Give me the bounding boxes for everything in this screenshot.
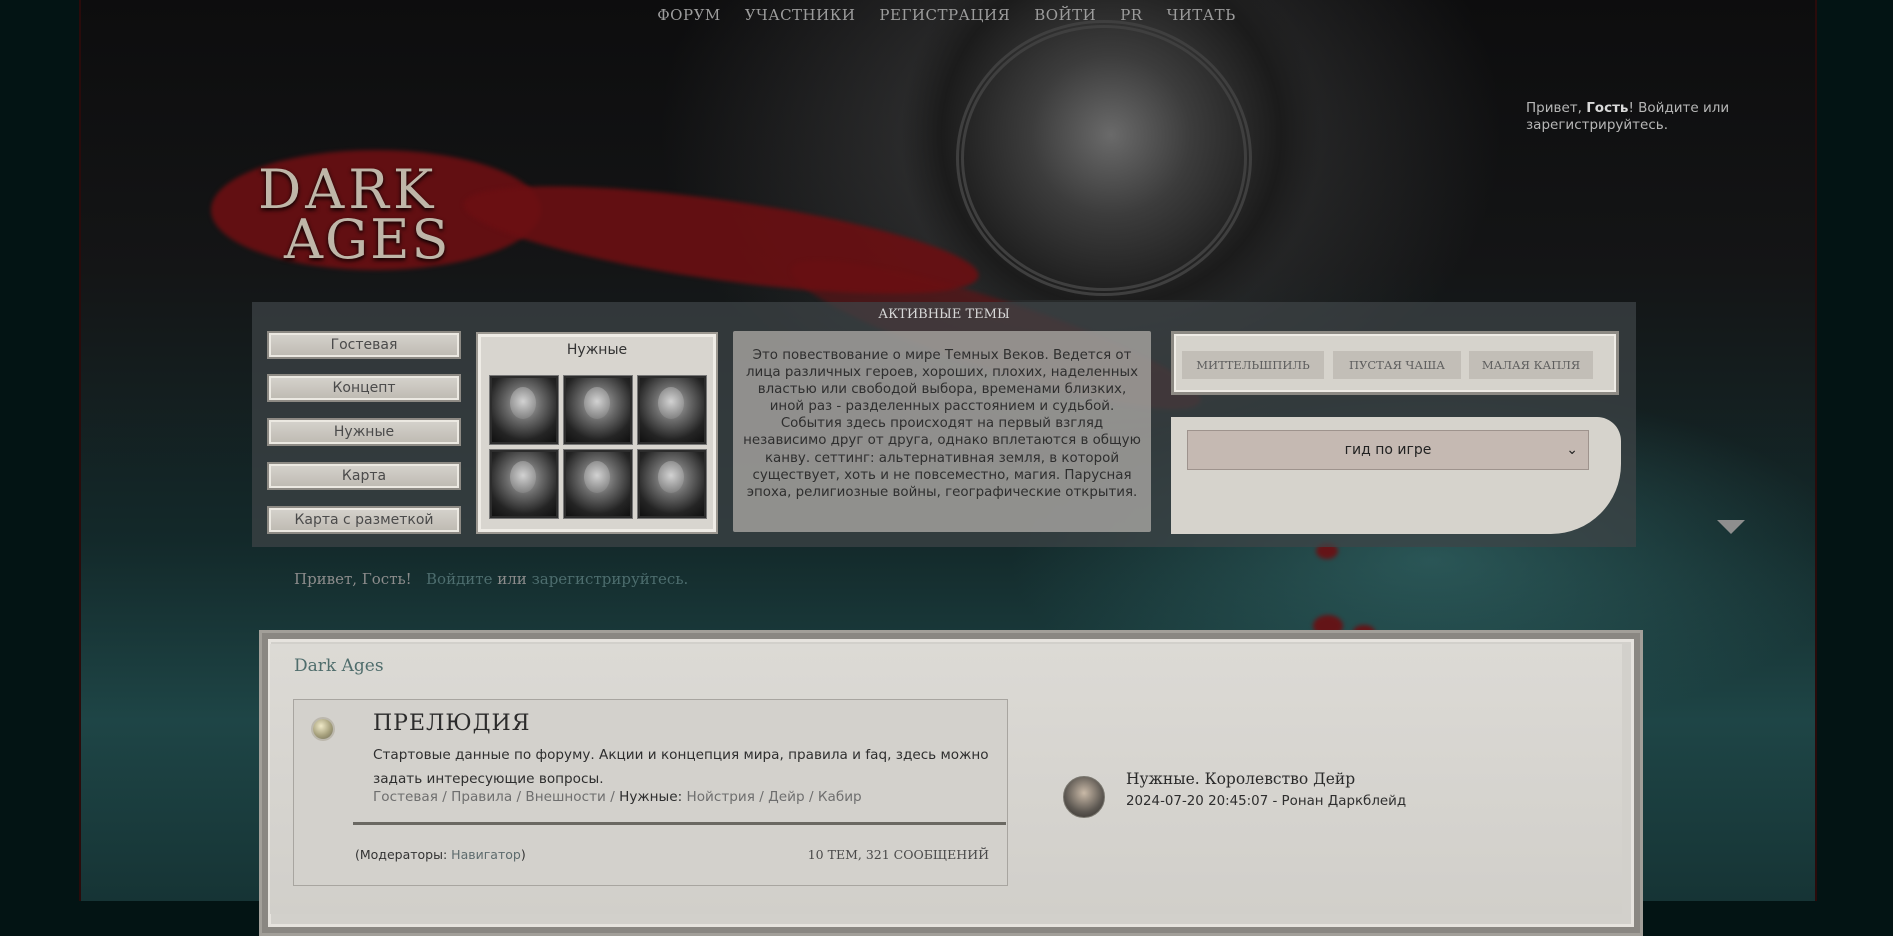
forum-name[interactable]: ПРЕЛЮДИЯ (373, 711, 531, 736)
forum-description: Стартовые данные по форуму. Акции и конц… (373, 747, 989, 787)
mid-greeting: Привет, Гость! Войдите или зарегистрируй… (294, 570, 688, 588)
header-greeting: Привет, Гость! Войдите или зарегистрируй… (1526, 100, 1756, 134)
guide-select[interactable]: гид по игре ⌄ (1187, 430, 1589, 470)
plot-tags-box: МИТТЕЛЬШПИЛЬ ПУСТАЯ ЧАША МАЛАЯ КАПЛЯ (1171, 331, 1619, 395)
greeting-prefix: Привет, (1526, 100, 1587, 116)
needed-avatar[interactable] (489, 449, 559, 519)
concept-button[interactable]: Концепт (267, 374, 461, 402)
register-link[interactable]: зарегистрируйтесь. (532, 570, 689, 588)
subforum-link[interactable]: Гостевая (373, 789, 438, 805)
needed-avatar[interactable] (637, 449, 707, 519)
guide-select-value: гид по игре (1344, 442, 1432, 458)
needed-characters-box: Нужные (476, 332, 718, 534)
login-link[interactable]: Войдите (426, 570, 492, 588)
last-post-avatar[interactable] (1063, 776, 1105, 818)
header-ornament-ring (956, 20, 1252, 296)
greeting-guest: Гость (1586, 100, 1629, 116)
subforum-link[interactable]: Правила (451, 789, 512, 805)
subforum-link[interactable]: Внешности (525, 789, 605, 805)
divider (353, 822, 1006, 825)
needed-avatar[interactable] (563, 375, 633, 445)
tag-small-drop[interactable]: МАЛАЯ КАПЛЯ (1469, 351, 1593, 379)
moderator-link[interactable]: Навигатор (451, 847, 521, 862)
moderators-label: (Модераторы: (355, 847, 448, 862)
nav-login[interactable]: ВОЙТИ (1034, 6, 1096, 24)
mid-greeting-hello: Привет, Гость! (294, 570, 412, 588)
subforum-link[interactable]: Нойстрия (687, 789, 755, 805)
subforum-links: Гостевая / Правила / Внешности / Нужные:… (373, 789, 862, 805)
marked-map-button[interactable]: Карта с разметкой (267, 506, 461, 534)
needed-avatar[interactable] (563, 449, 633, 519)
guide-box: гид по игре ⌄ (1171, 417, 1621, 534)
needed-label: Нужные: (619, 789, 683, 805)
moderators-close: ) (520, 847, 526, 862)
category-title[interactable]: Dark Ages (294, 656, 384, 676)
scroll-down-icon[interactable] (1717, 520, 1745, 534)
logo-line-ages: AGES (284, 208, 451, 271)
world-description: Это повествование о мире Темных Веков. В… (733, 331, 1151, 532)
nav-read[interactable]: ЧИТАТЬ (1167, 6, 1236, 24)
needed-avatar[interactable] (489, 375, 559, 445)
guestbook-button[interactable]: Гостевая (267, 331, 461, 359)
site-logo[interactable]: DARK AGES (258, 158, 488, 278)
needed-title: Нужные (566, 342, 628, 358)
last-post-title[interactable]: Нужные. Королевство Дейр (1126, 770, 1355, 788)
moderators: (Модераторы: Навигатор) (355, 847, 526, 862)
needed-button[interactable]: Нужные (267, 418, 461, 446)
needed-avatar[interactable] (637, 375, 707, 445)
subforum-link[interactable]: Кабир (818, 789, 862, 805)
forum-status-icon (313, 719, 333, 739)
top-navigation: ФОРУМ УЧАСТНИКИ РЕГИСТРАЦИЯ ВОЙТИ PR ЧИТ… (0, 0, 1893, 30)
nav-forum[interactable]: ФОРУМ (657, 6, 721, 24)
last-post-meta: 2024-07-20 20:45:07 - Ронан Даркблейд (1126, 794, 1407, 809)
forum-counts: 10 тем, 321 сообщений (807, 847, 989, 862)
nav-pr[interactable]: PR (1120, 6, 1142, 24)
active-topics-title: АКТИВНЫЕ ТЕМЫ (878, 307, 1010, 322)
tag-mittelspiel[interactable]: МИТТЕЛЬШПИЛЬ (1182, 351, 1324, 379)
tag-empty-chalice[interactable]: ПУСТАЯ ЧАША (1333, 351, 1461, 379)
chevron-down-icon: ⌄ (1566, 442, 1578, 458)
subforum-link[interactable]: Дейр (768, 789, 804, 805)
nav-members[interactable]: УЧАСТНИКИ (745, 6, 856, 24)
nav-register[interactable]: РЕГИСТРАЦИЯ (879, 6, 1010, 24)
mid-greeting-or: или (497, 570, 527, 588)
map-button[interactable]: Карта (267, 462, 461, 490)
